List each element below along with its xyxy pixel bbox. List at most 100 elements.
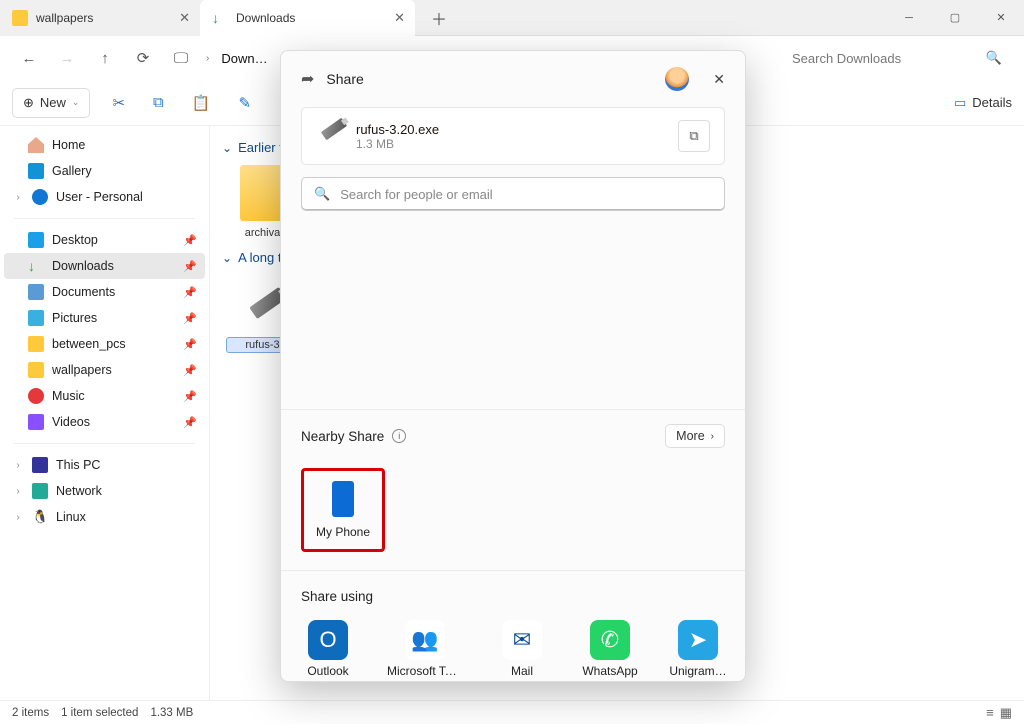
sidebar-item-label: Network xyxy=(56,484,102,498)
minimize-button[interactable]: ─ xyxy=(886,0,932,36)
pin-icon: 📌 xyxy=(183,364,197,377)
details-icon: ▭ xyxy=(954,95,966,111)
divider xyxy=(281,409,745,410)
divider xyxy=(14,443,195,444)
status-size: 1.33 MB xyxy=(150,707,193,719)
share-search-input[interactable]: 🔍 Search for people or email xyxy=(301,177,725,211)
file-name: rufus-3.20.exe xyxy=(356,122,439,137)
file-thumb-icon xyxy=(316,122,344,150)
info-icon[interactable]: i xyxy=(392,429,406,443)
linux-icon xyxy=(32,509,48,525)
pictures-icon xyxy=(28,310,44,326)
nearby-title: Nearby Share xyxy=(301,429,384,444)
more-button[interactable]: More › xyxy=(665,424,725,448)
share-using-title: Share using xyxy=(281,575,745,610)
details-button[interactable]: ▭ Details xyxy=(954,95,1012,111)
sidebar-item-user[interactable]: User - Personal xyxy=(4,184,205,210)
sidebar-item-label: Desktop xyxy=(52,233,98,247)
forward-button[interactable]: → xyxy=(50,41,84,75)
search-icon: 🔍 xyxy=(314,186,330,202)
device-my-phone[interactable]: My Phone xyxy=(301,468,385,552)
new-label: New xyxy=(40,95,66,110)
sidebar-item-thispc[interactable]: This PC xyxy=(4,452,205,478)
gallery-icon xyxy=(28,163,44,179)
monitor-icon[interactable]: 🖵 xyxy=(164,41,198,75)
sidebar-item-label: Pictures xyxy=(52,311,97,325)
tab-label: Downloads xyxy=(236,11,295,25)
folder-icon xyxy=(28,362,44,378)
whatsapp-icon: ✆ xyxy=(590,620,630,660)
copy-button[interactable]: ⧉ xyxy=(678,120,710,152)
close-tab-icon[interactable]: ✕ xyxy=(179,10,190,26)
close-tab-icon[interactable]: ✕ xyxy=(394,10,405,26)
chevron-right-icon: › xyxy=(711,431,714,442)
sidebar-item-label: Downloads xyxy=(52,259,114,273)
pin-icon: 📌 xyxy=(183,338,197,351)
sidebar-item-downloads[interactable]: Downloads 📌 xyxy=(4,253,205,279)
sidebar-item-label: Music xyxy=(52,389,85,403)
search-input[interactable]: Search Downloads 🔍 xyxy=(782,43,1012,73)
sidebar-item-wallpapers[interactable]: wallpapers 📌 xyxy=(4,357,205,383)
app-whatsapp[interactable]: ✆ WhatsApp Install ⭳ xyxy=(581,620,639,682)
teams-icon: 👥 xyxy=(405,620,445,660)
pc-icon xyxy=(32,457,48,473)
back-button[interactable]: ← xyxy=(12,41,46,75)
sidebar-item-label: between_pcs xyxy=(52,337,126,351)
sidebar-item-videos[interactable]: Videos 📌 xyxy=(4,409,205,435)
app-unigram[interactable]: ➤ Unigram… Install ⭳ xyxy=(669,620,727,682)
maximize-button[interactable]: ▢ xyxy=(932,0,978,36)
phone-icon xyxy=(332,481,354,517)
breadcrumb[interactable]: Down… xyxy=(217,51,271,66)
tab-label: wallpapers xyxy=(36,11,93,25)
app-label: Mail xyxy=(511,664,533,678)
sidebar-item-between-pcs[interactable]: between_pcs 📌 xyxy=(4,331,205,357)
app-mail[interactable]: ✉ Mail xyxy=(493,620,551,682)
list-view-icon[interactable]: ≡ xyxy=(986,705,994,721)
copy-icon[interactable]: ⧉ xyxy=(153,94,164,112)
refresh-button[interactable]: ⟳ xyxy=(126,41,160,75)
up-button[interactable]: ↑ xyxy=(88,41,122,75)
pin-icon: 📌 xyxy=(183,260,197,273)
user-avatar[interactable] xyxy=(665,67,689,91)
device-row: My Phone xyxy=(281,458,745,566)
sidebar-item-gallery[interactable]: Gallery xyxy=(4,158,205,184)
telegram-icon: ➤ xyxy=(678,620,718,660)
app-label: WhatsApp xyxy=(582,664,637,678)
divider xyxy=(14,218,195,219)
share-dialog: ➦ Share ✕ rufus-3.20.exe 1.3 MB ⧉ 🔍 Sear… xyxy=(280,50,746,682)
sidebar-item-home[interactable]: Home xyxy=(4,132,205,158)
shared-file-card: rufus-3.20.exe 1.3 MB ⧉ xyxy=(301,107,725,165)
sidebar-item-linux[interactable]: Linux xyxy=(4,504,205,530)
share-icon: ➦ xyxy=(301,69,314,89)
close-window-button[interactable]: ✕ xyxy=(978,0,1024,36)
sidebar-item-label: Videos xyxy=(52,415,90,429)
cut-icon[interactable]: ✂ xyxy=(112,94,125,112)
search-icon: 🔍 xyxy=(986,50,1002,66)
folder-icon xyxy=(28,336,44,352)
close-dialog-button[interactable]: ✕ xyxy=(713,71,725,88)
paste-icon[interactable]: 📋 xyxy=(192,94,211,112)
sidebar-item-label: wallpapers xyxy=(52,363,112,377)
sidebar-item-desktop[interactable]: Desktop📌 xyxy=(4,227,205,253)
new-tab-button[interactable]: ＋ xyxy=(415,6,463,30)
desktop-icon xyxy=(28,232,44,248)
tab-wallpapers[interactable]: wallpapers ✕ xyxy=(0,0,200,36)
plus-icon: ⊕ xyxy=(23,95,34,111)
sidebar-item-label: User - Personal xyxy=(56,190,143,204)
title-bar: wallpapers ✕ Downloads ✕ ＋ ─ ▢ ✕ xyxy=(0,0,1024,36)
grid-view-icon[interactable]: ▦ xyxy=(1000,705,1012,721)
sidebar-item-pictures[interactable]: Pictures 📌 xyxy=(4,305,205,331)
new-button[interactable]: ⊕ New ⌄ xyxy=(12,88,90,118)
app-outlook[interactable]: O Outlook xyxy=(299,620,357,682)
tab-downloads[interactable]: Downloads ✕ xyxy=(200,0,415,36)
rename-icon[interactable]: ✎ xyxy=(238,94,251,112)
chevron-down-icon: ⌄ xyxy=(72,97,80,108)
videos-icon xyxy=(28,414,44,430)
folder-icon xyxy=(12,10,28,26)
sidebar-item-documents[interactable]: Documents📌 xyxy=(4,279,205,305)
sidebar-item-music[interactable]: Music📌 xyxy=(4,383,205,409)
pin-icon: 📌 xyxy=(183,312,197,325)
pin-icon: 📌 xyxy=(183,416,197,429)
app-teams[interactable]: 👥 Microsoft Teams… xyxy=(387,620,463,682)
sidebar-item-network[interactable]: Network xyxy=(4,478,205,504)
